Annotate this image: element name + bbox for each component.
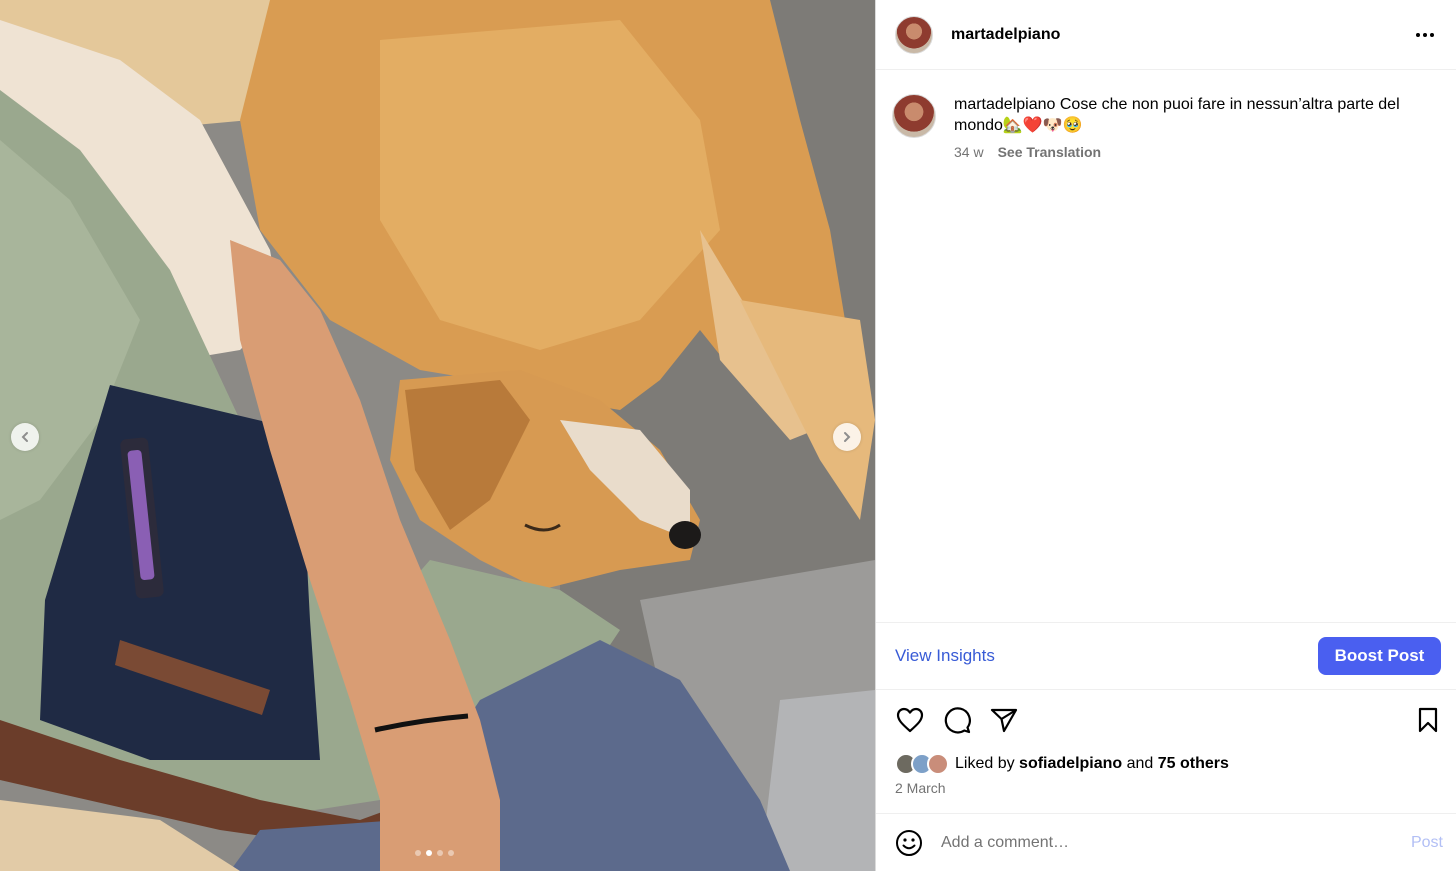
likes-prefix: Liked by	[955, 755, 1020, 772]
comment-icon	[944, 707, 971, 734]
liker-avatar	[927, 753, 949, 775]
insights-bar: View Insights Boost Post	[876, 622, 1456, 690]
emoji-icon[interactable]	[895, 829, 923, 857]
share-button[interactable]	[989, 705, 1019, 735]
liker-avatars	[895, 753, 949, 775]
post-side-panel: martadelpiano martadelpiano Cose che non…	[875, 0, 1456, 871]
post-date[interactable]: 2 March	[895, 780, 946, 796]
likes-others[interactable]: 75 others	[1158, 755, 1229, 773]
heart-icon	[896, 707, 924, 733]
caption-avatar[interactable]	[892, 94, 936, 138]
post-actions	[895, 705, 1443, 735]
more-icon	[1416, 32, 1434, 37]
carousel-dot	[437, 850, 443, 856]
caption-text-block: martadelpiano Cose che non puoi fare in …	[954, 94, 1447, 136]
comment-button[interactable]	[942, 705, 972, 735]
like-button[interactable]	[895, 705, 925, 735]
post-caption: martadelpiano Cose che non puoi fare in …	[892, 94, 1447, 163]
carousel-indicator	[415, 850, 454, 856]
comment-bar: Post	[876, 813, 1456, 871]
bookmark-icon	[1418, 707, 1438, 733]
view-insights-link[interactable]: View Insights	[895, 646, 995, 666]
caption-username[interactable]: martadelpiano	[954, 96, 1055, 113]
carousel-prev-button[interactable]	[11, 423, 39, 451]
post-photo	[0, 0, 875, 871]
chevron-right-icon	[844, 432, 851, 442]
liker-username[interactable]: sofiadelpiano	[1019, 755, 1122, 773]
likes-summary[interactable]: Liked by sofiadelpiano and 75 others	[895, 753, 1229, 775]
carousel-dot	[426, 850, 432, 856]
boost-post-button[interactable]: Boost Post	[1318, 637, 1441, 675]
save-button[interactable]	[1413, 705, 1443, 735]
comment-input[interactable]	[941, 833, 1411, 852]
carousel-dot	[415, 850, 421, 856]
post-media[interactable]	[0, 0, 875, 871]
chevron-left-icon	[21, 432, 28, 442]
header-username[interactable]: martadelpiano	[951, 26, 1060, 44]
more-options-button[interactable]	[1414, 24, 1436, 46]
avatar[interactable]	[895, 15, 933, 54]
carousel-dot	[448, 850, 454, 856]
likes-middle: and	[1122, 755, 1158, 772]
post-age[interactable]: 34 w	[954, 142, 984, 163]
post-comment-button[interactable]: Post	[1411, 834, 1443, 852]
post-header: martadelpiano	[876, 0, 1456, 70]
see-translation-link[interactable]: See Translation	[998, 142, 1101, 163]
share-icon	[990, 708, 1018, 733]
carousel-next-button[interactable]	[833, 423, 861, 451]
